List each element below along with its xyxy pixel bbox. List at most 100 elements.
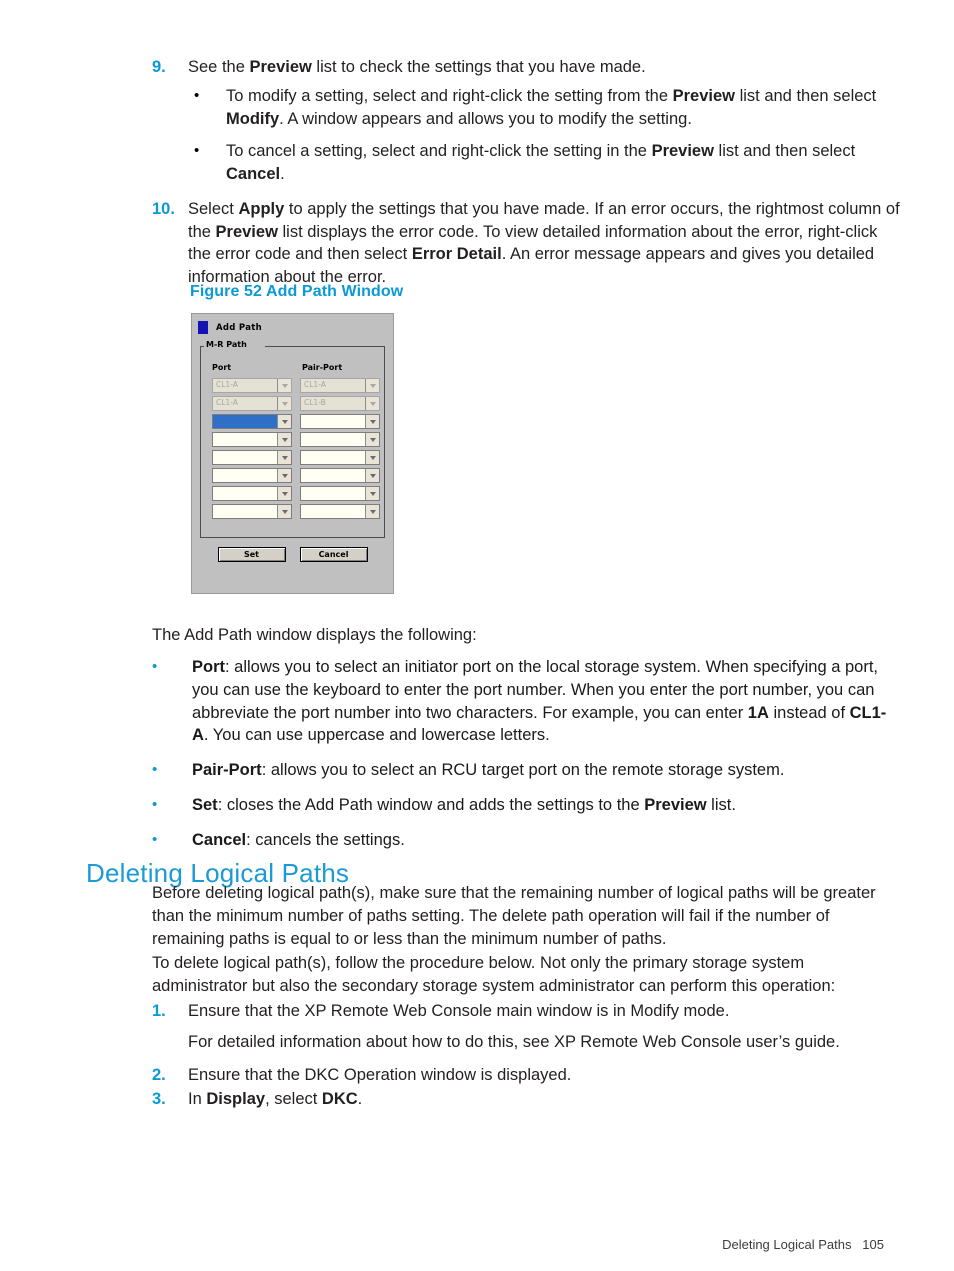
list-item-text: Pair-Port: allows you to select an RCU t… — [192, 759, 900, 782]
list-marker: 9. — [152, 58, 166, 76]
column-header-pair-port: Pair-Port — [302, 363, 343, 372]
add-path-window-screenshot: Add Path M-R Path Port Pair-Port CL1-A CL… — [191, 313, 394, 594]
path-rows: CL1-A CL1-A CL1-A CL1-B — [212, 378, 380, 522]
port-combo-3[interactable] — [212, 414, 292, 429]
plain-text: list to check the settings that you have… — [311, 58, 646, 76]
list-item-text: See the Preview list to check the settin… — [188, 56, 900, 196]
list-item: 10. Select Apply to apply the settings th… — [152, 198, 900, 289]
list-marker: 2. — [152, 1065, 166, 1084]
emphasis-text: Preview — [249, 58, 312, 76]
plain-text: . — [357, 1090, 363, 1109]
group-box-legend: M-R Path — [204, 340, 249, 349]
cancel-button[interactable]: Cancel — [299, 547, 368, 562]
plain-text: In — [188, 1090, 207, 1109]
set-button[interactable]: Set — [217, 547, 286, 562]
table-row — [212, 468, 380, 483]
chevron-down-icon[interactable] — [277, 487, 291, 500]
footer-section-label: Deleting Logical Paths — [722, 1237, 852, 1252]
combo-value — [213, 451, 277, 464]
emphasis-text: Preview — [651, 142, 714, 161]
port-combo-4[interactable] — [212, 432, 292, 447]
port-combo-8[interactable] — [212, 504, 292, 519]
bullet-marker: • — [152, 761, 158, 779]
chevron-down-icon[interactable] — [365, 415, 379, 428]
sub-list-item-text: To modify a setting, select and right-cl… — [226, 85, 900, 131]
chevron-down-icon[interactable] — [277, 415, 291, 428]
pair-port-combo-8[interactable] — [300, 504, 380, 519]
pair-port-combo-3[interactable] — [300, 414, 380, 429]
emphasis-text: 1A — [747, 703, 769, 722]
plain-text: list and then select — [713, 142, 856, 161]
chevron-down-icon[interactable] — [365, 505, 379, 518]
list-item: 9. See the Preview list to check the sett… — [152, 56, 900, 196]
pair-port-combo-5[interactable] — [300, 450, 380, 465]
table-row: CL1-A CL1-A — [212, 378, 380, 393]
chevron-down-icon — [365, 379, 379, 392]
pair-port-combo-6[interactable] — [300, 468, 380, 483]
table-row — [212, 486, 380, 501]
chevron-down-icon[interactable] — [365, 469, 379, 482]
list-item-continuation: For detailed information about how to do… — [188, 1032, 840, 1051]
combo-value — [301, 415, 365, 428]
plain-text: Select — [188, 199, 239, 218]
chevron-down-icon[interactable] — [365, 451, 379, 464]
plain-text: list and then select — [735, 86, 877, 105]
combo-value — [213, 505, 277, 518]
combo-value: CL1-A — [216, 398, 238, 407]
plain-text: list. — [706, 795, 736, 814]
list-item: 3. In Display, select DKC. — [152, 1088, 900, 1111]
plain-text: . A window appears and allows you to mod… — [279, 109, 692, 128]
sub-list-item: • To modify a setting, select and right-c… — [188, 85, 900, 131]
port-combo-5[interactable] — [212, 450, 292, 465]
pair-port-combo-2: CL1-B — [300, 396, 380, 411]
combo-value: CL1-A — [216, 380, 238, 389]
list-item-text: Ensure that the XP Remote Web Console ma… — [188, 1000, 900, 1062]
combo-value — [301, 469, 365, 482]
footer-spacer — [851, 1237, 862, 1252]
emphasis-text: Apply — [238, 199, 285, 218]
chevron-down-icon — [277, 397, 291, 410]
chevron-down-icon[interactable] — [277, 469, 291, 482]
list-item: • Set: closes the Add Path window and add… — [152, 794, 900, 817]
chevron-down-icon[interactable] — [277, 451, 291, 464]
chevron-down-icon[interactable] — [277, 433, 291, 446]
chevron-down-icon — [277, 379, 291, 392]
list-item: 1. Ensure that the XP Remote Web Console … — [152, 1000, 900, 1062]
numbered-steps-bottom: 1. Ensure that the XP Remote Web Console … — [152, 1000, 900, 1113]
pair-port-combo-7[interactable] — [300, 486, 380, 501]
chevron-down-icon — [365, 397, 379, 410]
figure-caption: Figure 52 Add Path Window — [190, 283, 404, 300]
combo-value — [301, 451, 365, 464]
field-description-list: • Port: allows you to select an initiator… — [152, 656, 900, 863]
list-marker: 1. — [152, 1002, 166, 1020]
chevron-down-icon[interactable] — [277, 505, 291, 518]
table-row — [212, 504, 380, 519]
port-combo-7[interactable] — [212, 486, 292, 501]
document-page: 9. See the Preview list to check the sett… — [0, 0, 954, 1271]
list-item-text: Ensure that the DKC Operation window is … — [188, 1064, 900, 1087]
chevron-down-icon[interactable] — [365, 433, 379, 446]
combo-value: CL1-A — [304, 380, 326, 389]
plain-text: . You can use uppercase and lowercase le… — [203, 726, 550, 745]
emphasis-text: DKC — [321, 1090, 358, 1109]
emphasis-text: Port — [192, 658, 225, 676]
list-item-text: In Display, select DKC. — [188, 1088, 900, 1111]
section-paragraph-2: To delete logical path(s), follow the pr… — [152, 954, 836, 995]
page-footer: Deleting Logical Paths 105 — [708, 1222, 884, 1267]
dialog-button-bar: Set Cancel — [192, 547, 393, 562]
table-row — [212, 414, 380, 429]
bullet-marker: • — [152, 658, 158, 675]
emphasis-text: Preview — [644, 795, 707, 814]
plain-text: : cancels the settings. — [246, 830, 405, 849]
list-item: • Pair-Port: allows you to select an RCU … — [152, 759, 900, 782]
chevron-down-icon[interactable] — [365, 487, 379, 500]
port-combo-2: CL1-A — [212, 396, 292, 411]
emphasis-text: Modify — [226, 109, 280, 128]
plain-text: , select — [265, 1090, 322, 1109]
dialog-title: Add Path — [216, 322, 262, 333]
port-combo-6[interactable] — [212, 468, 292, 483]
pair-port-combo-4[interactable] — [300, 432, 380, 447]
plain-text: : allows you to select an RCU target por… — [261, 761, 785, 780]
dialog-titlebar: Add Path — [198, 321, 262, 334]
emphasis-text: Set — [192, 795, 218, 814]
